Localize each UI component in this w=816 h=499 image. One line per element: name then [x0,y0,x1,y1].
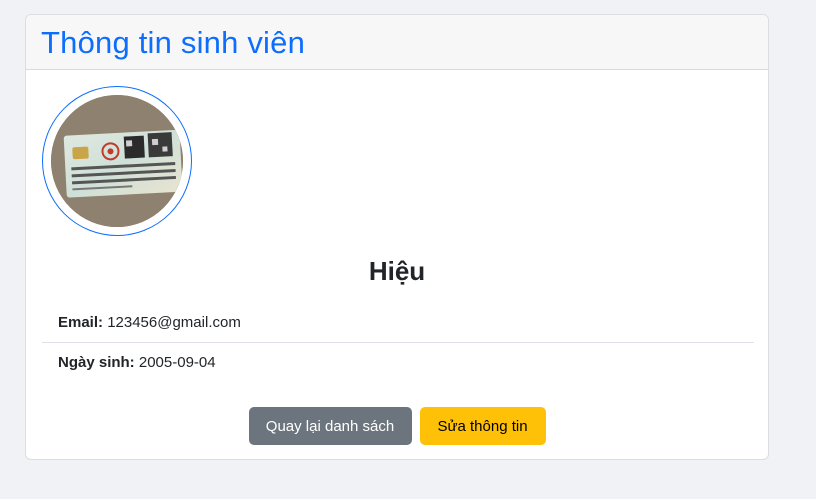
info-item-dob: Ngày sinh: 2005-09-04 [42,343,754,383]
page-title: Thông tin sinh viên [41,25,306,60]
info-item-email: Email: 123456@gmail.com [42,303,754,343]
avatar-frame [42,86,192,236]
email-label: Email: [58,314,104,331]
student-name: Hiệu [368,256,426,286]
info-list: Email: 123456@gmail.com Ngày sinh: 2005-… [42,303,754,383]
email-value: 123456@gmail.com [107,314,241,331]
edit-info-button[interactable]: Sửa thông tin [419,407,546,445]
back-to-list-button[interactable]: Quay lại danh sách [248,407,412,445]
card-header: Thông tin sinh viên [26,15,768,70]
action-bar: Quay lại danh sách Sửa thông tin [26,407,768,445]
student-info-card: Thông tin sinh viên Hiệu Email: 123456@g… [25,14,769,460]
avatar-photo [51,95,183,227]
dob-label: Ngày sinh: [58,354,135,371]
avatar [51,95,183,227]
dob-value: 2005-09-04 [138,354,216,371]
